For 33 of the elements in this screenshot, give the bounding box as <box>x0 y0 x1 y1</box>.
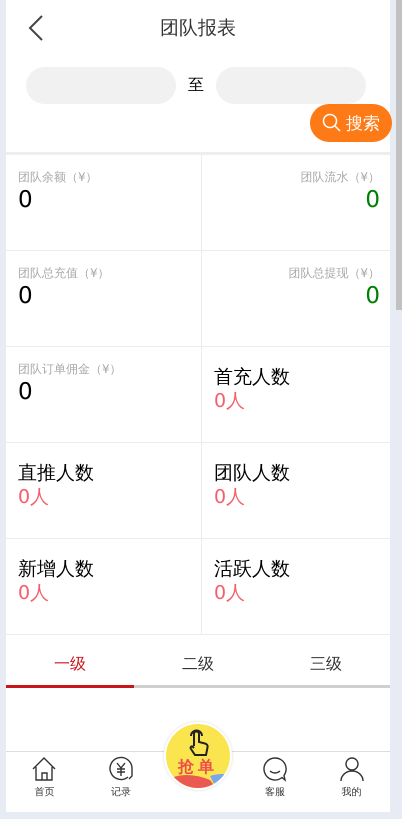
stat-label: 团队总充值（¥） <box>18 265 110 282</box>
chevron-left-icon <box>28 15 44 41</box>
home-icon <box>31 756 58 782</box>
stat-label: 首充人数 <box>214 365 290 389</box>
stat-value: 0 <box>365 282 380 310</box>
page-title: 团队报表 <box>160 16 236 41</box>
range-separator: 至 <box>188 75 204 96</box>
stat-label: 直推人数 <box>18 461 94 485</box>
stat-value: 0 <box>18 186 33 214</box>
user-icon <box>338 756 365 782</box>
nav-item[interactable]: 我的 <box>313 752 390 812</box>
nav-item[interactable]: 客服 <box>236 752 314 812</box>
stat-label: 团队总提现（¥） <box>288 265 380 282</box>
stat-label: 团队订单佣金（¥） <box>18 361 122 378</box>
stat-value: 0 <box>365 186 380 214</box>
stat-value: 0人 <box>214 389 246 413</box>
stat-value: 0人 <box>18 581 50 605</box>
nav-item[interactable]: 首页 <box>6 752 83 812</box>
stat-label: 新增人数 <box>18 557 94 581</box>
stat-label: 团队余额（¥） <box>18 169 98 186</box>
stat-label: 团队人数 <box>214 461 290 485</box>
stat-value: 0人 <box>214 581 246 605</box>
stat-value: 0人 <box>214 485 246 509</box>
stat-label: 活跃人数 <box>214 557 290 581</box>
nav-item[interactable]: 记录 <box>82 752 160 812</box>
stat-value: 0人 <box>18 485 50 509</box>
yen-chat-icon <box>108 756 134 782</box>
chat-smile-icon <box>262 756 288 782</box>
end-date-field[interactable] <box>216 67 366 104</box>
search-icon <box>322 113 342 133</box>
stat-value: 0 <box>18 282 33 310</box>
stat-label: 团队流水（¥） <box>300 169 380 186</box>
stat-value: 0 <box>18 378 33 406</box>
